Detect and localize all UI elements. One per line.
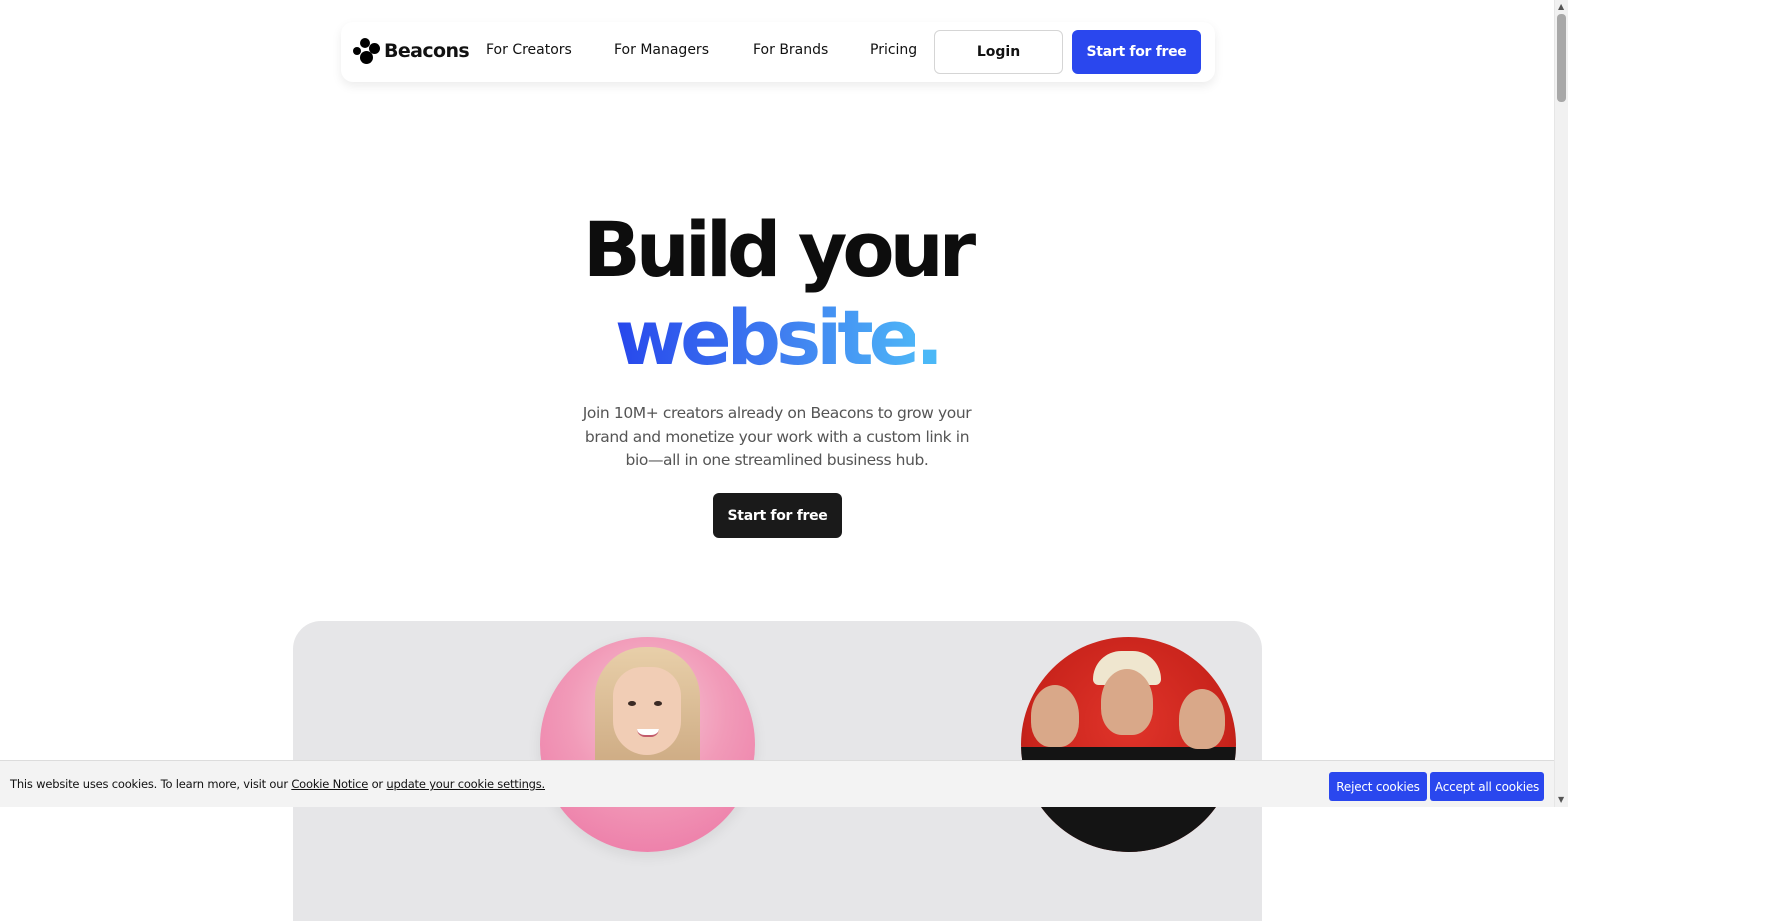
hero-subtitle: Join 10M+ creators already on Beacons to… xyxy=(582,404,972,469)
hero-start-for-free-button[interactable]: Start for free xyxy=(713,493,842,538)
cookie-banner: This website uses cookies. To learn more… xyxy=(0,760,1554,807)
nav-link-for-managers[interactable]: For Managers xyxy=(614,42,709,58)
scroll-down-arrow-icon[interactable]: ▼ xyxy=(1558,796,1564,804)
accept-all-cookies-button[interactable]: Accept all cookies xyxy=(1430,772,1544,801)
hero-highlight-dot: . xyxy=(915,293,944,382)
hero-headline-line2: website. xyxy=(0,288,1554,388)
reject-cookies-button[interactable]: Reject cookies xyxy=(1329,772,1427,801)
nav-link-pricing[interactable]: Pricing xyxy=(870,42,917,58)
cookie-message: This website uses cookies. To learn more… xyxy=(10,777,545,791)
cookie-settings-link[interactable]: update your cookie settings. xyxy=(386,777,545,791)
hero-highlight-word: website xyxy=(614,293,920,382)
hero-headline-line1: Build your xyxy=(582,205,976,294)
brand-logo[interactable]: Beacons xyxy=(353,38,470,64)
brand-name: Beacons xyxy=(384,40,470,62)
top-nav: Beacons For Creators For Managers For Br… xyxy=(341,22,1215,82)
nav-start-for-free-button[interactable]: Start for free xyxy=(1072,30,1201,74)
nav-link-for-brands[interactable]: For Brands xyxy=(753,42,828,58)
login-button[interactable]: Login xyxy=(934,30,1063,74)
scroll-up-arrow-icon[interactable]: ▲ xyxy=(1558,3,1564,11)
beacons-logo-icon xyxy=(353,38,381,64)
creator-avatar-woman xyxy=(540,637,755,852)
cookie-text-mid: or xyxy=(368,777,387,791)
cookie-notice-link[interactable]: Cookie Notice xyxy=(291,777,368,791)
creator-avatar-band xyxy=(1021,637,1236,852)
nav-link-for-creators[interactable]: For Creators xyxy=(486,42,572,58)
page-scrollbar[interactable]: ▲ ▼ xyxy=(1554,0,1568,807)
scroll-thumb[interactable] xyxy=(1557,14,1566,102)
cookie-text-prefix: This website uses cookies. To learn more… xyxy=(10,777,292,791)
